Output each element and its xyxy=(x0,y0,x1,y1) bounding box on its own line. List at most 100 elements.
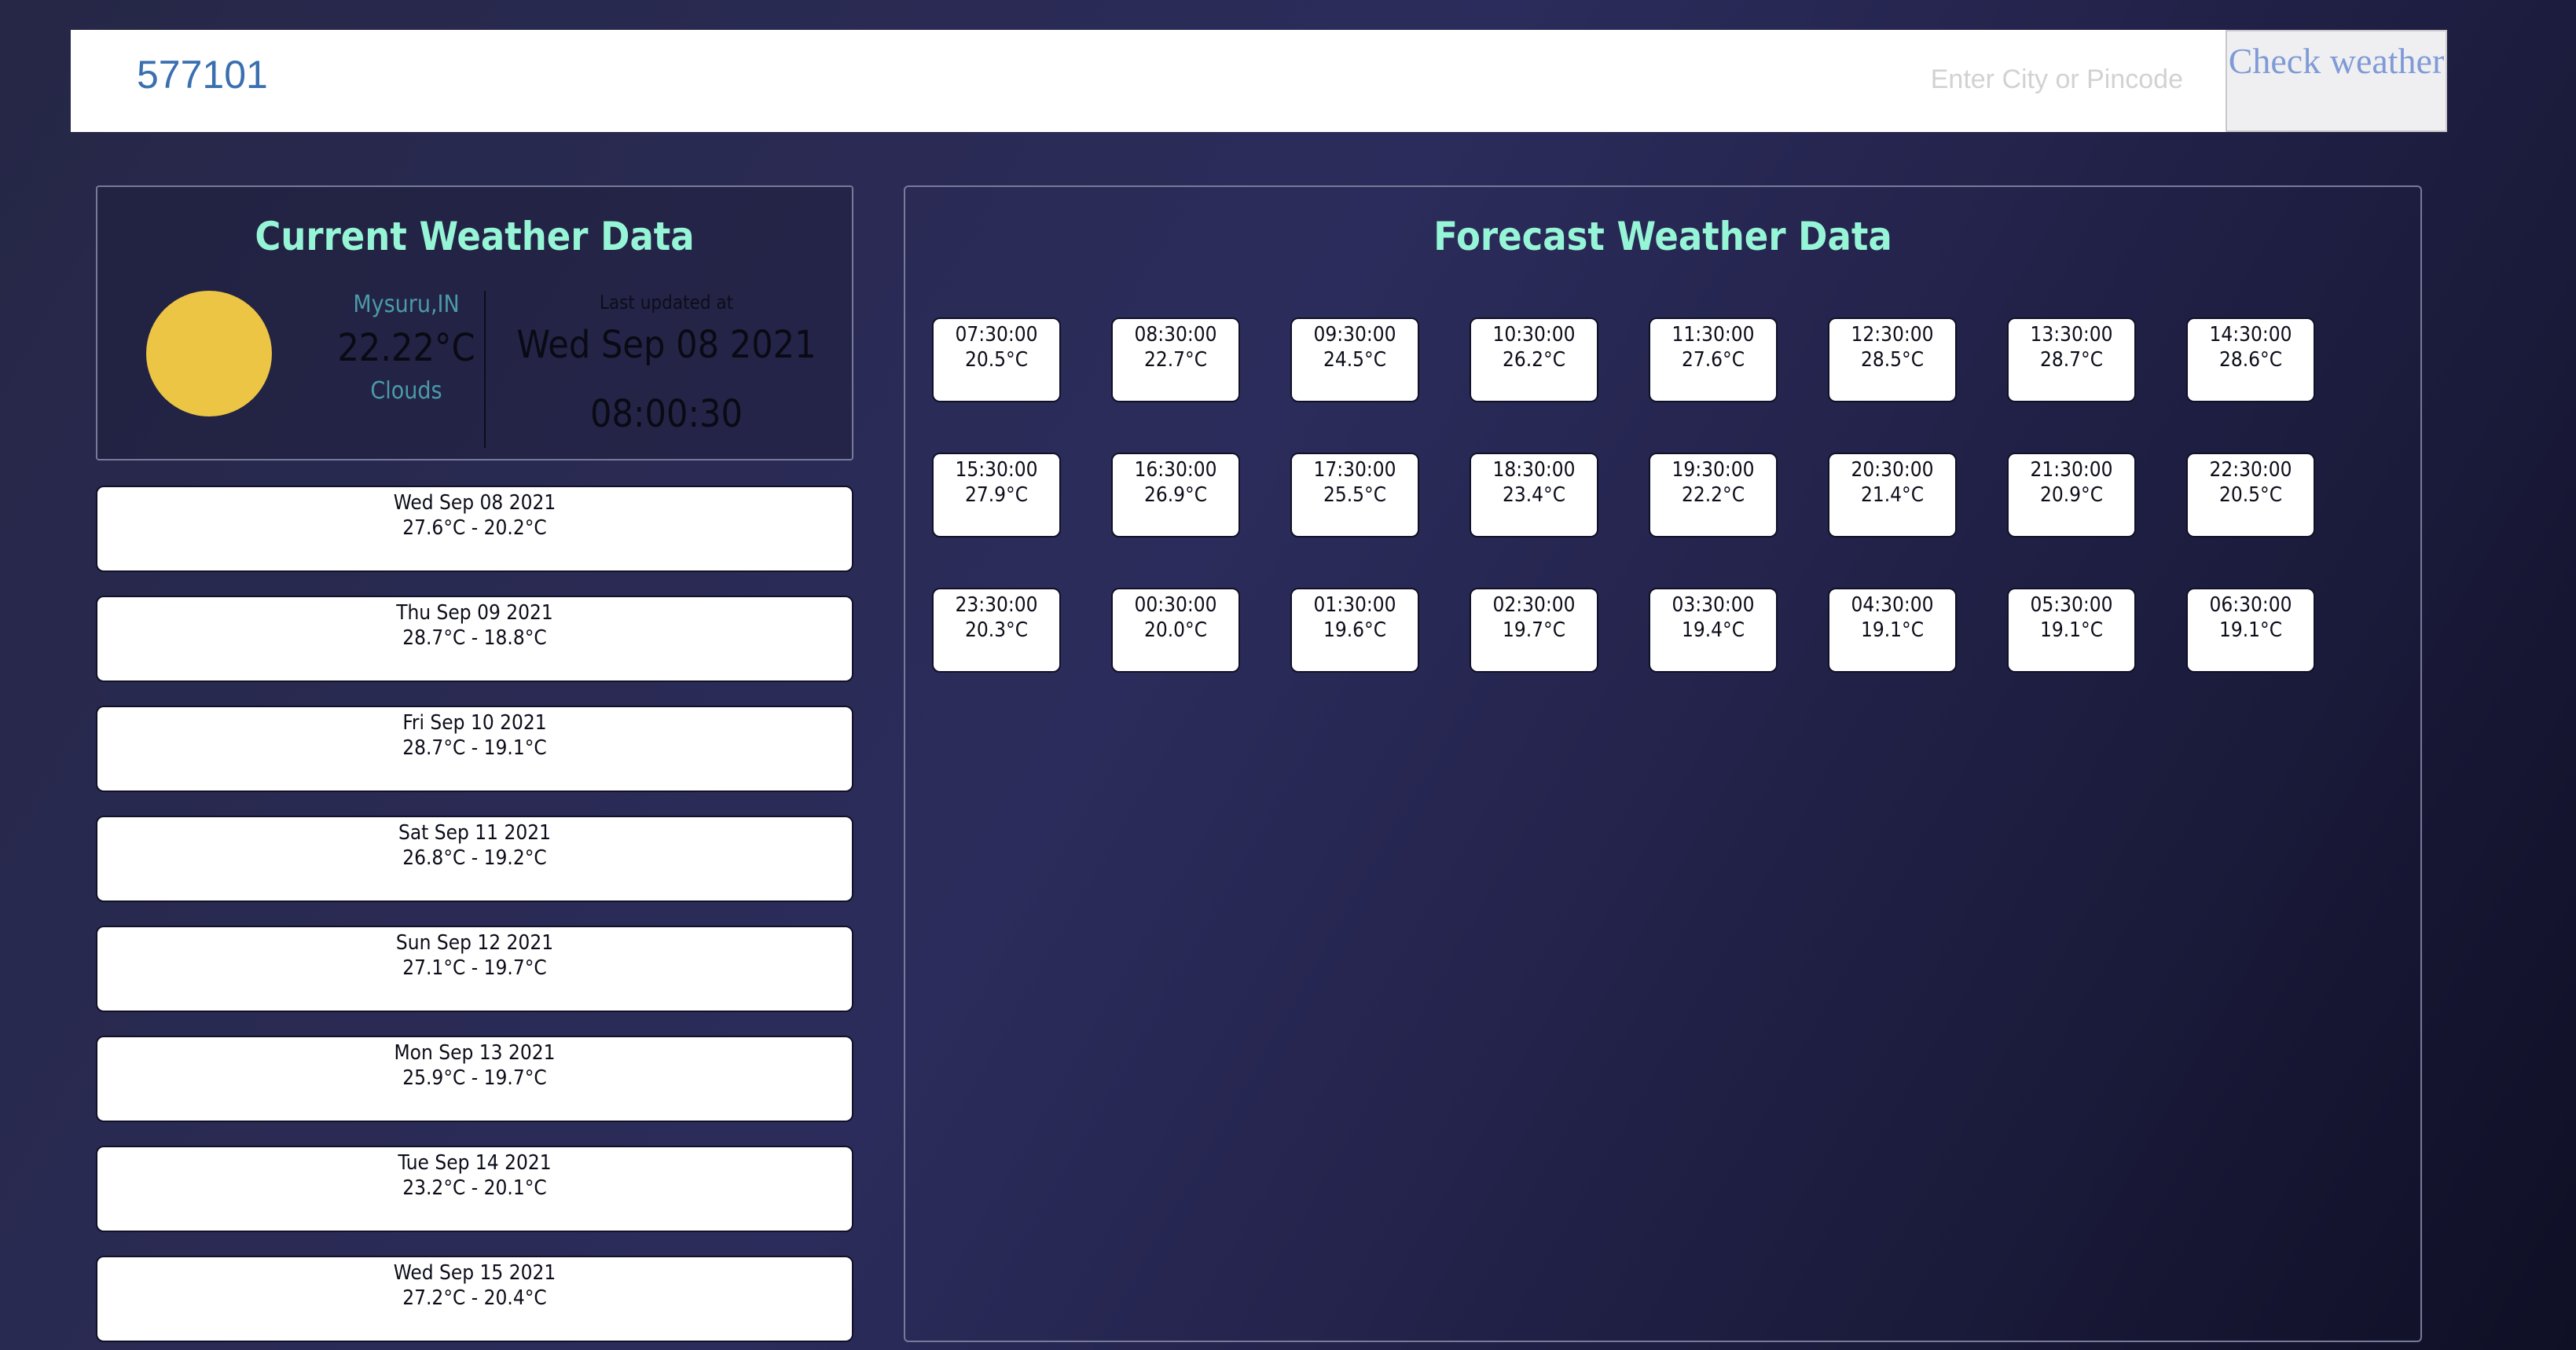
daily-date: Sat Sep 11 2021 xyxy=(398,821,551,845)
hourly-card: 15:30:00 27.9°C xyxy=(932,453,1061,537)
last-updated-time: 08:00:30 xyxy=(590,392,743,436)
hourly-time: 17:30:00 xyxy=(1313,458,1396,482)
hourly-time: 09:30:00 xyxy=(1313,323,1396,347)
hourly-time: 22:30:00 xyxy=(2209,458,2292,482)
hourly-card: 02:30:00 19.7°C xyxy=(1470,588,1598,673)
hourly-time: 14:30:00 xyxy=(2209,323,2292,347)
hourly-card: 20:30:00 21.4°C xyxy=(1828,453,1957,537)
daily-card: Thu Sep 09 2021 28.7°C - 18.8°C xyxy=(96,596,853,682)
check-weather-button[interactable]: Check weather xyxy=(2226,30,2447,132)
hourly-card: 04:30:00 19.1°C xyxy=(1828,588,1957,673)
hourly-card: 01:30:00 19.6°C xyxy=(1290,588,1419,673)
search-placeholder: Enter City or Pincode xyxy=(1930,64,2183,94)
daily-date: Sun Sep 12 2021 xyxy=(395,931,554,955)
hourly-card: 08:30:00 22.7°C xyxy=(1111,317,1240,402)
daily-card: Mon Sep 13 2021 25.9°C - 19.7°C xyxy=(96,1036,853,1122)
daily-temp-range: 26.8°C - 19.2°C xyxy=(402,846,547,870)
hourly-time: 20:30:00 xyxy=(1851,458,1934,482)
hourly-card: 09:30:00 24.5°C xyxy=(1290,317,1419,402)
daily-temp-range: 28.7°C - 19.1°C xyxy=(402,736,547,760)
forecast-weather-title: Forecast Weather Data xyxy=(1433,214,1892,259)
search-input[interactable]: 577101 Enter City or Pincode xyxy=(71,30,2226,132)
hourly-card: 14:30:00 28.6°C xyxy=(2186,317,2315,402)
daily-date: Wed Sep 15 2021 xyxy=(393,1261,556,1285)
hourly-temp: 26.2°C xyxy=(1502,348,1566,372)
hourly-temp: 20.5°C xyxy=(2218,483,2283,507)
hourly-card: 07:30:00 20.5°C xyxy=(932,317,1061,402)
daily-date: Mon Sep 13 2021 xyxy=(394,1041,556,1065)
hourly-temp: 24.5°C xyxy=(1323,348,1387,372)
hourly-time: 04:30:00 xyxy=(1851,593,1934,617)
current-temperature: 22.22°C xyxy=(337,326,475,370)
daily-temp-range: 25.9°C - 19.7°C xyxy=(402,1066,547,1090)
hourly-temp: 20.0°C xyxy=(1143,618,1208,642)
hourly-time: 23:30:00 xyxy=(955,593,1038,617)
hourly-temp: 19.6°C xyxy=(1323,618,1387,642)
hourly-temp: 19.7°C xyxy=(1502,618,1566,642)
forecast-weather-panel: Forecast Weather Data 07:30:00 20.5°C 08:3… xyxy=(904,185,2422,1342)
last-updated-date: Wed Sep 08 2021 xyxy=(516,323,816,367)
current-description: Clouds xyxy=(370,377,442,405)
daily-card: Tue Sep 14 2021 23.2°C - 20.1°C xyxy=(96,1146,853,1232)
hourly-time: 06:30:00 xyxy=(2209,593,2292,617)
hourly-time: 05:30:00 xyxy=(2030,593,2113,617)
hourly-card: 22:30:00 20.5°C xyxy=(2186,453,2315,537)
last-updated-label: Last updated at xyxy=(599,292,734,314)
hourly-temp: 19.1°C xyxy=(2039,618,2104,642)
hourly-time: 13:30:00 xyxy=(2030,323,2113,347)
hourly-temp: 22.2°C xyxy=(1681,483,1745,507)
daily-date: Tue Sep 14 2021 xyxy=(398,1151,552,1175)
hourly-temp: 23.4°C xyxy=(1502,483,1566,507)
hourly-time: 10:30:00 xyxy=(1492,323,1576,347)
hourly-temp: 21.4°C xyxy=(1860,483,1925,507)
hourly-time: 01:30:00 xyxy=(1313,593,1396,617)
hourly-time: 08:30:00 xyxy=(1134,323,1217,347)
hourly-temp: 20.5°C xyxy=(964,348,1029,372)
current-weather-panel: Current Weather Data Mysuru,IN 22.22°C C… xyxy=(96,185,853,460)
hourly-card: 11:30:00 27.6°C xyxy=(1649,317,1778,402)
hourly-time: 16:30:00 xyxy=(1134,458,1217,482)
hourly-time: 18:30:00 xyxy=(1492,458,1576,482)
daily-temp-range: 27.1°C - 19.7°C xyxy=(402,956,547,980)
hourly-temp: 20.3°C xyxy=(964,618,1029,642)
hourly-time: 02:30:00 xyxy=(1492,593,1576,617)
current-city: Mysuru,IN xyxy=(353,291,460,318)
daily-card: Fri Sep 10 2021 28.7°C - 19.1°C xyxy=(96,706,853,792)
daily-card: Wed Sep 08 2021 27.6°C - 20.2°C xyxy=(96,486,853,572)
hourly-time: 00:30:00 xyxy=(1134,593,1217,617)
hourly-temp: 22.7°C xyxy=(1143,348,1208,372)
hourly-card: 21:30:00 20.9°C xyxy=(2007,453,2136,537)
hourly-temp: 25.5°C xyxy=(1323,483,1387,507)
hourly-card: 03:30:00 19.4°C xyxy=(1649,588,1778,673)
hourly-card: 12:30:00 28.5°C xyxy=(1828,317,1957,402)
hourly-temp: 28.6°C xyxy=(2218,348,2283,372)
daily-card: Wed Sep 15 2021 27.2°C - 20.4°C xyxy=(96,1256,853,1342)
hourly-card: 17:30:00 25.5°C xyxy=(1290,453,1419,537)
hourly-time: 15:30:00 xyxy=(955,458,1038,482)
hourly-temp: 28.5°C xyxy=(1860,348,1925,372)
daily-card: Sun Sep 12 2021 27.1°C - 19.7°C xyxy=(96,926,853,1012)
hourly-card: 23:30:00 20.3°C xyxy=(932,588,1061,673)
daily-date: Thu Sep 09 2021 xyxy=(396,601,553,625)
hourly-card: 19:30:00 22.2°C xyxy=(1649,453,1778,537)
hourly-card: 10:30:00 26.2°C xyxy=(1470,317,1598,402)
daily-temp-range: 28.7°C - 18.8°C xyxy=(402,626,547,650)
daily-temp-range: 27.2°C - 20.4°C xyxy=(402,1286,547,1310)
sun-icon xyxy=(146,291,272,416)
search-input-value: 577101 xyxy=(137,53,268,97)
hourly-time: 07:30:00 xyxy=(955,323,1038,347)
current-weather-title: Current Weather Data xyxy=(255,214,695,259)
hourly-card: 16:30:00 26.9°C xyxy=(1111,453,1240,537)
hourly-temp: 20.9°C xyxy=(2039,483,2104,507)
hourly-card: 13:30:00 28.7°C xyxy=(2007,317,2136,402)
last-updated-block: Last updated at Wed Sep 08 2021 08:00:30 xyxy=(486,289,847,438)
hourly-temp: 27.9°C xyxy=(964,483,1029,507)
hourly-card: 05:30:00 19.1°C xyxy=(2007,588,2136,673)
hourly-card: 00:30:00 20.0°C xyxy=(1111,588,1240,673)
hourly-time: 11:30:00 xyxy=(1671,323,1755,347)
hourly-temp: 26.9°C xyxy=(1143,483,1208,507)
search-bar: 577101 Enter City or Pincode Check weath… xyxy=(71,30,2447,132)
hourly-card: 18:30:00 23.4°C xyxy=(1470,453,1598,537)
daily-date: Wed Sep 08 2021 xyxy=(393,491,556,515)
hourly-temp: 27.6°C xyxy=(1681,348,1745,372)
